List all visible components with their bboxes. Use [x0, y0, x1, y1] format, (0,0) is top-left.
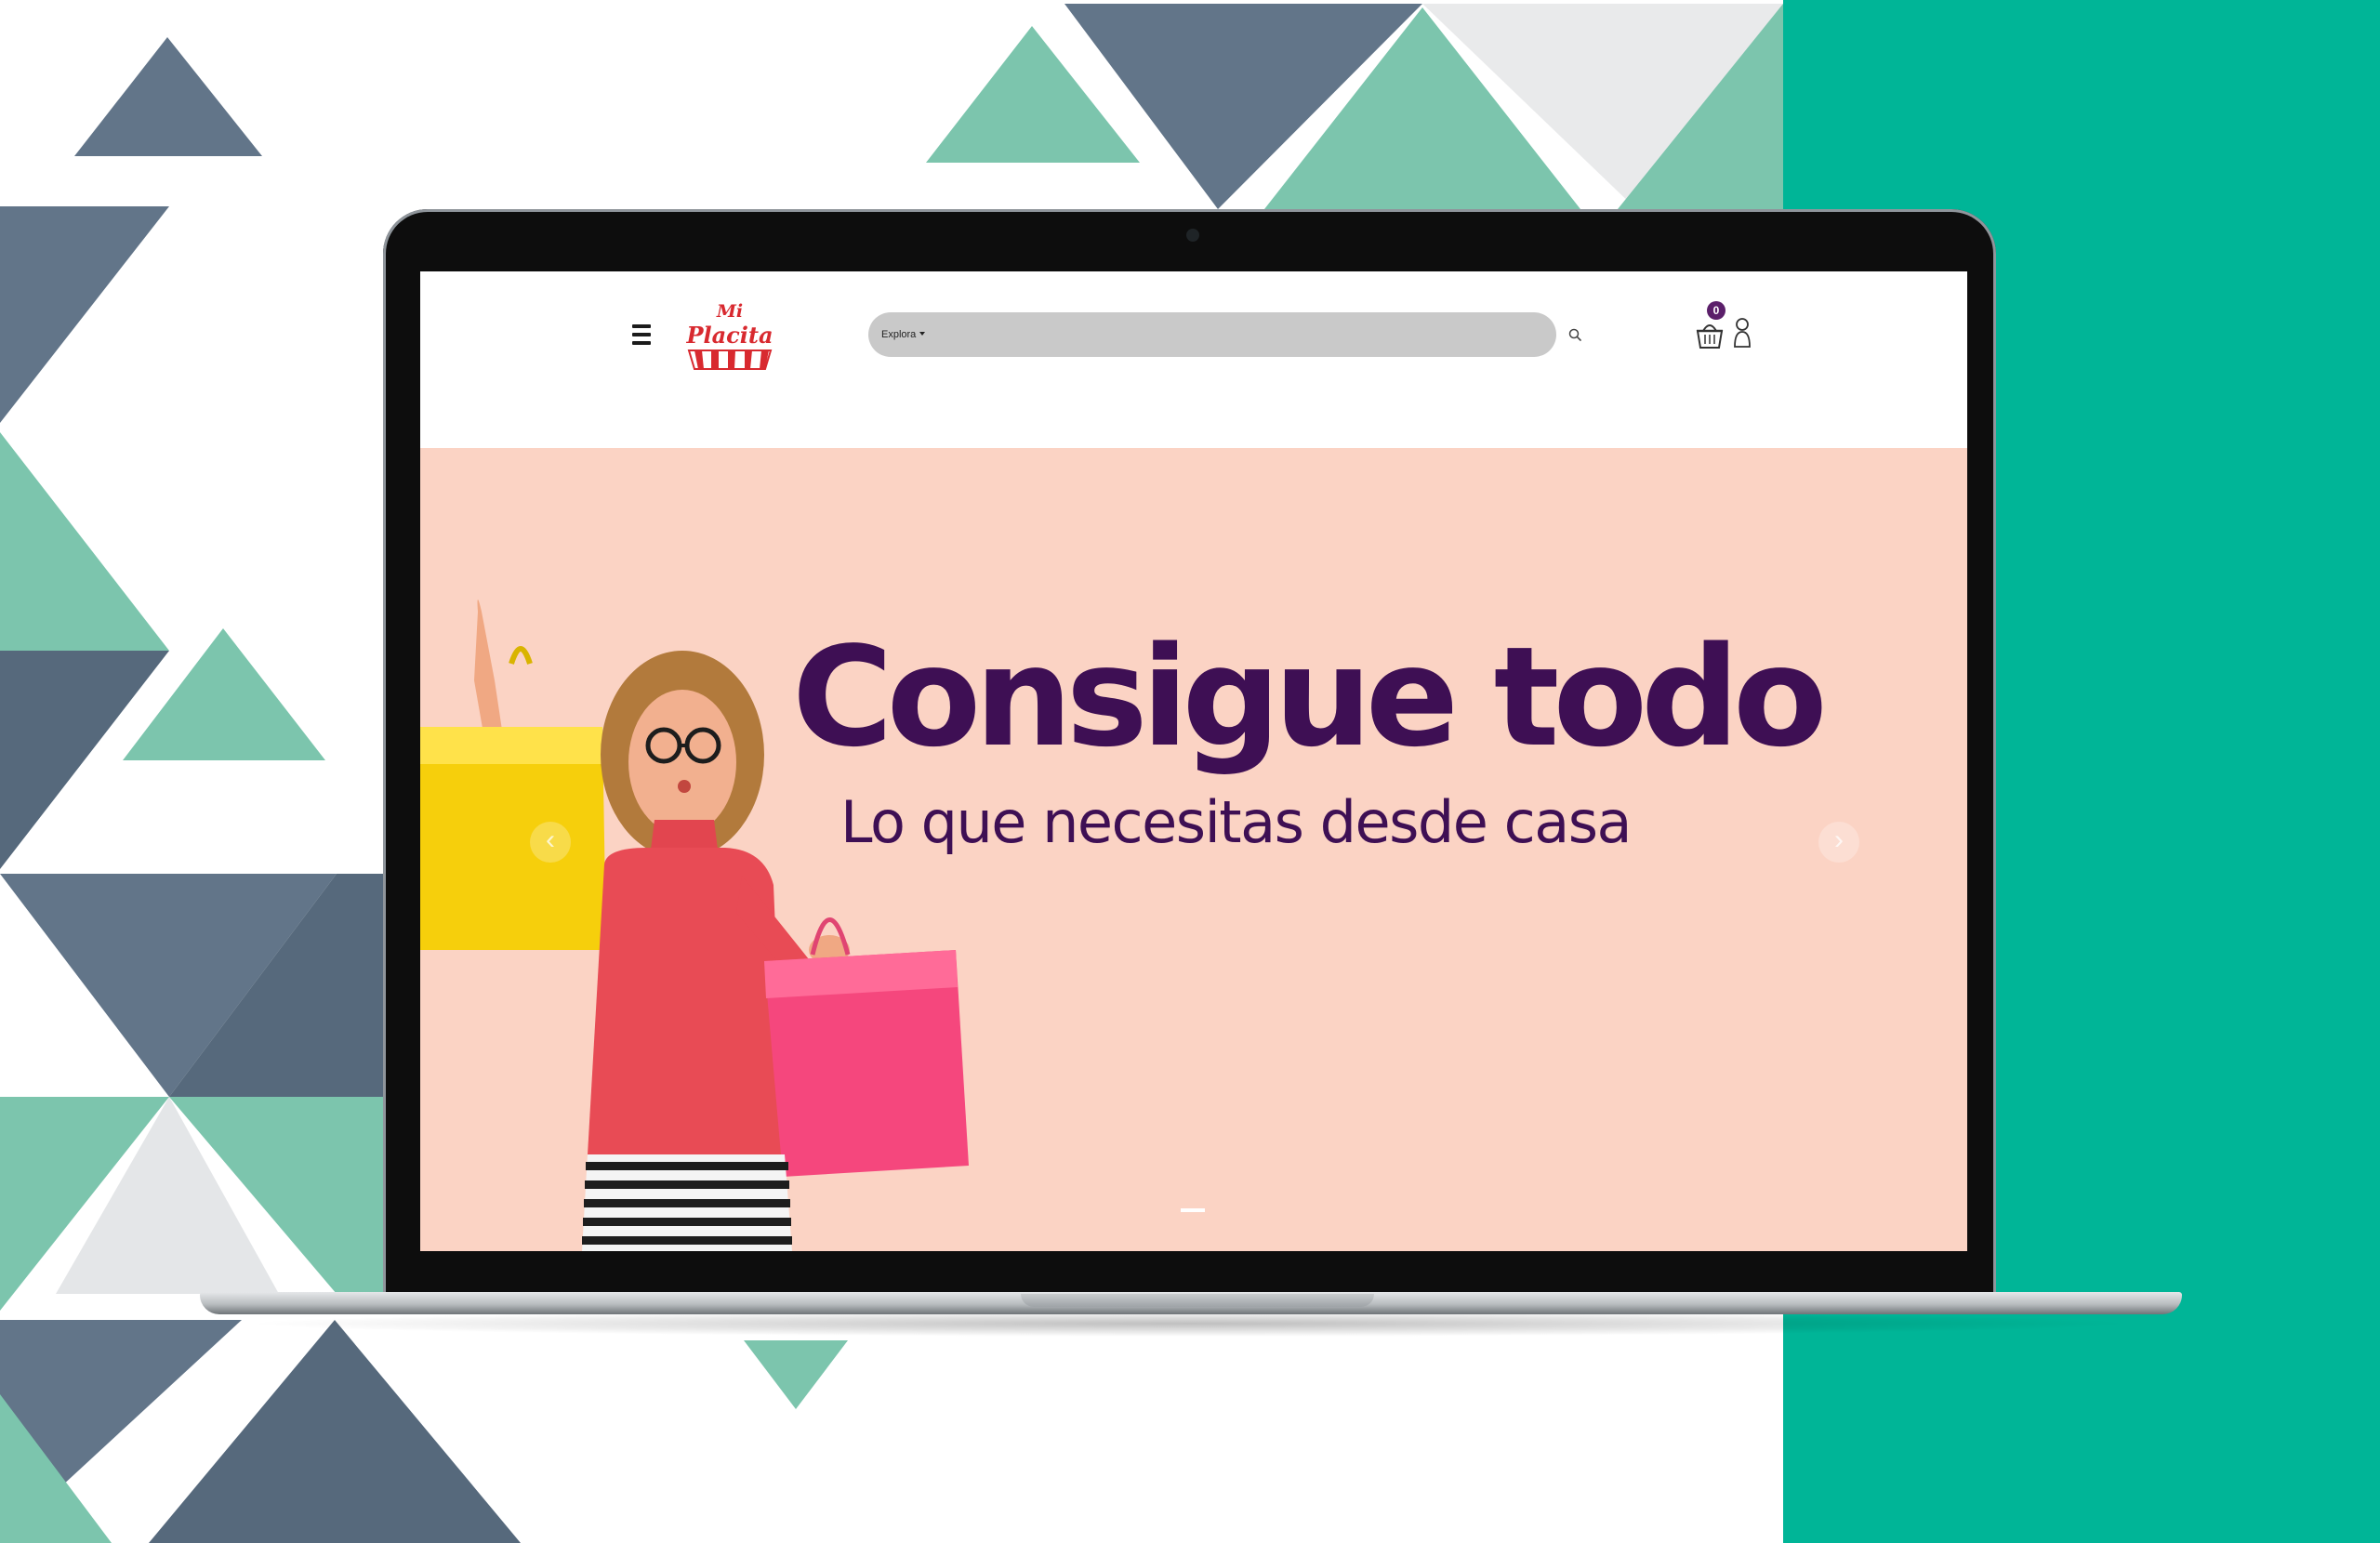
laptop-shadow [242, 1311, 2138, 1337]
user-icon[interactable] [1731, 316, 1753, 349]
carousel-indicator[interactable] [1181, 1208, 1205, 1212]
mi-placita-logo[interactable]: Mi Placita [683, 297, 776, 373]
logo-text-placita: Placita [685, 322, 773, 349]
hero-subtitle: Lo que necesitas desde casa [840, 788, 1633, 856]
promo-stage: Mi Placita Explora 0 Consigue todo Lo qu… [0, 0, 2380, 1543]
category-dropdown[interactable]: Explora [881, 312, 926, 357]
category-dropdown-label: Explora [881, 329, 917, 340]
laptop-screen: Mi Placita Explora 0 Consigue todo Lo qu… [420, 271, 1967, 1251]
shopping-basket-icon[interactable] [1694, 314, 1726, 351]
hamburger-icon[interactable] [632, 324, 651, 345]
search-bar[interactable]: Explora [868, 312, 1556, 357]
search-icon[interactable] [1564, 323, 1586, 346]
hero-title: Consigue todo [792, 617, 1828, 777]
cart-count-badge: 0 [1707, 301, 1726, 320]
logo-text-mi: Mi [716, 301, 743, 322]
carousel-next-button[interactable]: › [1818, 822, 1859, 863]
laptop-notch [1021, 1294, 1374, 1307]
site-header: Mi Placita Explora 0 [420, 271, 1967, 448]
carousel-prev-button[interactable]: ‹ [530, 822, 571, 863]
hero-carousel: Consigue todo Lo que necesitas desde cas… [420, 448, 1967, 1251]
camera-icon [1186, 229, 1199, 242]
caret-down-icon [919, 332, 926, 336]
